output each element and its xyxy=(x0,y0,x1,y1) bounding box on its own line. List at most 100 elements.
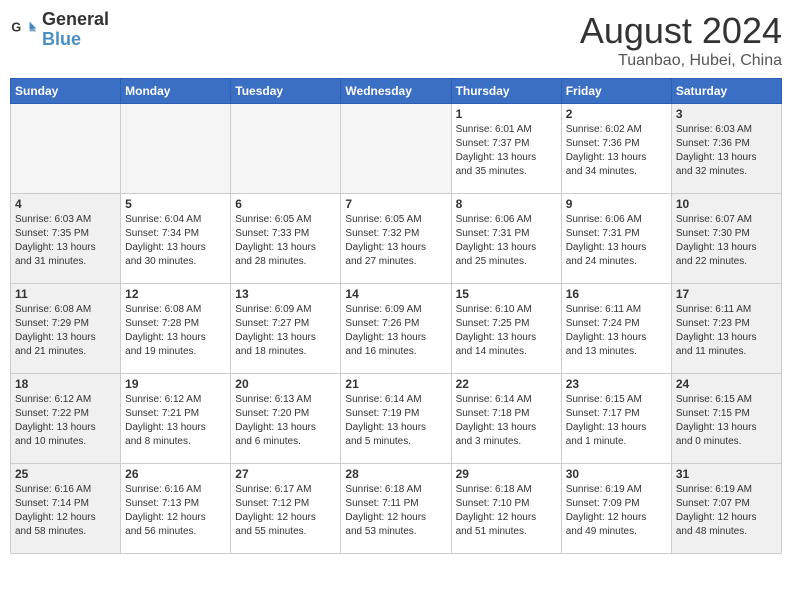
day-info: Sunrise: 6:17 AM Sunset: 7:12 PM Dayligh… xyxy=(235,483,336,539)
day-header-sunday: Sunday xyxy=(11,79,121,104)
day-info: Sunrise: 6:14 AM Sunset: 7:18 PM Dayligh… xyxy=(456,393,557,449)
day-number: 6 xyxy=(235,197,336,211)
day-number: 28 xyxy=(345,467,446,481)
day-info: Sunrise: 6:13 AM Sunset: 7:20 PM Dayligh… xyxy=(235,393,336,449)
day-number: 4 xyxy=(15,197,116,211)
logo-text: General Blue xyxy=(42,10,109,50)
day-number: 24 xyxy=(676,377,777,391)
logo: G General Blue xyxy=(10,10,109,50)
calendar-cell xyxy=(11,104,121,194)
day-info: Sunrise: 6:09 AM Sunset: 7:27 PM Dayligh… xyxy=(235,303,336,359)
day-info: Sunrise: 6:12 AM Sunset: 7:21 PM Dayligh… xyxy=(125,393,226,449)
calendar-cell xyxy=(231,104,341,194)
logo-line2: Blue xyxy=(42,30,109,50)
calendar-cell: 26Sunrise: 6:16 AM Sunset: 7:13 PM Dayli… xyxy=(121,464,231,554)
calendar-cell: 27 Sunrise: 6:17 AM Sunset: 7:12 PM Dayli… xyxy=(231,464,341,554)
day-number: 25 xyxy=(15,467,116,481)
week-row-2: 4 Sunrise: 6:03 AM Sunset: 7:35 PM Daylig… xyxy=(11,194,782,284)
calendar-cell: 18 Sunrise: 6:12 AM Sunset: 7:22 PM Dayli… xyxy=(11,374,121,464)
sub-title: Tuanbao, Hubei, China xyxy=(580,52,782,70)
day-number: 19 xyxy=(125,377,226,391)
calendar-header-row: SundayMondayTuesdayWednesdayThursdayFrid… xyxy=(11,79,782,104)
main-title: August 2024 xyxy=(580,10,782,52)
day-info: Sunrise: 6:02 AM Sunset: 7:36 PM Dayligh… xyxy=(566,123,667,179)
day-number: 21 xyxy=(345,377,446,391)
day-number: 17 xyxy=(676,287,777,301)
calendar-cell: 3Sunrise: 6:03 AM Sunset: 7:36 PM Daylig… xyxy=(671,104,781,194)
calendar-cell: 31 Sunrise: 6:19 AM Sunset: 7:07 PM Dayli… xyxy=(671,464,781,554)
week-row-3: 11Sunrise: 6:08 AM Sunset: 7:29 PM Dayli… xyxy=(11,284,782,374)
calendar-cell: 7Sunrise: 6:05 AM Sunset: 7:32 PM Daylig… xyxy=(341,194,451,284)
day-info: Sunrise: 6:11 AM Sunset: 7:23 PM Dayligh… xyxy=(676,303,777,359)
calendar-cell: 6Sunrise: 6:05 AM Sunset: 7:33 PM Daylig… xyxy=(231,194,341,284)
day-header-thursday: Thursday xyxy=(451,79,561,104)
day-number: 9 xyxy=(566,197,667,211)
day-header-tuesday: Tuesday xyxy=(231,79,341,104)
calendar-cell: 1Sunrise: 6:01 AM Sunset: 7:37 PM Daylig… xyxy=(451,104,561,194)
day-info: Sunrise: 6:19 AM Sunset: 7:07 PM Dayligh… xyxy=(676,483,777,539)
calendar-cell: 29Sunrise: 6:18 AM Sunset: 7:10 PM Dayli… xyxy=(451,464,561,554)
calendar-cell: 17 Sunrise: 6:11 AM Sunset: 7:23 PM Dayli… xyxy=(671,284,781,374)
calendar-cell: 4 Sunrise: 6:03 AM Sunset: 7:35 PM Daylig… xyxy=(11,194,121,284)
day-header-wednesday: Wednesday xyxy=(341,79,451,104)
day-info: Sunrise: 6:07 AM Sunset: 7:30 PM Dayligh… xyxy=(676,213,777,269)
day-number: 20 xyxy=(235,377,336,391)
day-info: Sunrise: 6:06 AM Sunset: 7:31 PM Dayligh… xyxy=(456,213,557,269)
day-info: Sunrise: 6:10 AM Sunset: 7:25 PM Dayligh… xyxy=(456,303,557,359)
calendar-cell: 8 Sunrise: 6:06 AM Sunset: 7:31 PM Daylig… xyxy=(451,194,561,284)
day-info: Sunrise: 6:11 AM Sunset: 7:24 PM Dayligh… xyxy=(566,303,667,359)
day-number: 12 xyxy=(125,287,226,301)
day-number: 13 xyxy=(235,287,336,301)
day-info: Sunrise: 6:04 AM Sunset: 7:34 PM Dayligh… xyxy=(125,213,226,269)
logo-icon: G xyxy=(10,16,38,44)
calendar-cell: 21 Sunrise: 6:14 AM Sunset: 7:19 PM Dayli… xyxy=(341,374,451,464)
day-info: Sunrise: 6:16 AM Sunset: 7:14 PM Dayligh… xyxy=(15,483,116,539)
calendar-cell: 11Sunrise: 6:08 AM Sunset: 7:29 PM Dayli… xyxy=(11,284,121,374)
calendar-cell: 23 Sunrise: 6:15 AM Sunset: 7:17 PM Dayli… xyxy=(561,374,671,464)
day-header-friday: Friday xyxy=(561,79,671,104)
day-number: 10 xyxy=(676,197,777,211)
day-number: 31 xyxy=(676,467,777,481)
day-number: 3 xyxy=(676,107,777,121)
calendar-cell: 22 Sunrise: 6:14 AM Sunset: 7:18 PM Dayli… xyxy=(451,374,561,464)
day-number: 16 xyxy=(566,287,667,301)
day-info: Sunrise: 6:06 AM Sunset: 7:31 PM Dayligh… xyxy=(566,213,667,269)
day-number: 14 xyxy=(345,287,446,301)
title-area: August 2024 Tuanbao, Hubei, China xyxy=(580,10,782,70)
day-number: 15 xyxy=(456,287,557,301)
day-number: 27 xyxy=(235,467,336,481)
day-number: 23 xyxy=(566,377,667,391)
calendar-cell: 28Sunrise: 6:18 AM Sunset: 7:11 PM Dayli… xyxy=(341,464,451,554)
calendar-cell: 16 Sunrise: 6:11 AM Sunset: 7:24 PM Dayli… xyxy=(561,284,671,374)
week-row-1: 1Sunrise: 6:01 AM Sunset: 7:37 PM Daylig… xyxy=(11,104,782,194)
day-number: 22 xyxy=(456,377,557,391)
calendar: SundayMondayTuesdayWednesdayThursdayFrid… xyxy=(10,78,782,554)
calendar-cell: 15 Sunrise: 6:10 AM Sunset: 7:25 PM Dayli… xyxy=(451,284,561,374)
calendar-cell: 24Sunrise: 6:15 AM Sunset: 7:15 PM Dayli… xyxy=(671,374,781,464)
day-header-monday: Monday xyxy=(121,79,231,104)
calendar-cell: 12Sunrise: 6:08 AM Sunset: 7:28 PM Dayli… xyxy=(121,284,231,374)
day-info: Sunrise: 6:16 AM Sunset: 7:13 PM Dayligh… xyxy=(125,483,226,539)
calendar-cell xyxy=(121,104,231,194)
day-header-saturday: Saturday xyxy=(671,79,781,104)
calendar-cell: 13 Sunrise: 6:09 AM Sunset: 7:27 PM Dayli… xyxy=(231,284,341,374)
calendar-cell: 14Sunrise: 6:09 AM Sunset: 7:26 PM Dayli… xyxy=(341,284,451,374)
day-info: Sunrise: 6:19 AM Sunset: 7:09 PM Dayligh… xyxy=(566,483,667,539)
day-number: 18 xyxy=(15,377,116,391)
week-row-5: 25 Sunrise: 6:16 AM Sunset: 7:14 PM Dayli… xyxy=(11,464,782,554)
calendar-cell: 20 Sunrise: 6:13 AM Sunset: 7:20 PM Dayli… xyxy=(231,374,341,464)
calendar-cell xyxy=(341,104,451,194)
day-info: Sunrise: 6:03 AM Sunset: 7:35 PM Dayligh… xyxy=(15,213,116,269)
day-info: Sunrise: 6:14 AM Sunset: 7:19 PM Dayligh… xyxy=(345,393,446,449)
header: G General Blue August 2024 Tuanbao, Hube… xyxy=(10,10,782,70)
day-info: Sunrise: 6:15 AM Sunset: 7:17 PM Dayligh… xyxy=(566,393,667,449)
day-number: 8 xyxy=(456,197,557,211)
day-number: 29 xyxy=(456,467,557,481)
day-info: Sunrise: 6:12 AM Sunset: 7:22 PM Dayligh… xyxy=(15,393,116,449)
calendar-cell: 5 Sunrise: 6:04 AM Sunset: 7:34 PM Daylig… xyxy=(121,194,231,284)
svg-text:G: G xyxy=(11,20,21,34)
day-info: Sunrise: 6:08 AM Sunset: 7:29 PM Dayligh… xyxy=(15,303,116,359)
day-number: 5 xyxy=(125,197,226,211)
calendar-cell: 30Sunrise: 6:19 AM Sunset: 7:09 PM Dayli… xyxy=(561,464,671,554)
logo-line1: General xyxy=(42,10,109,30)
